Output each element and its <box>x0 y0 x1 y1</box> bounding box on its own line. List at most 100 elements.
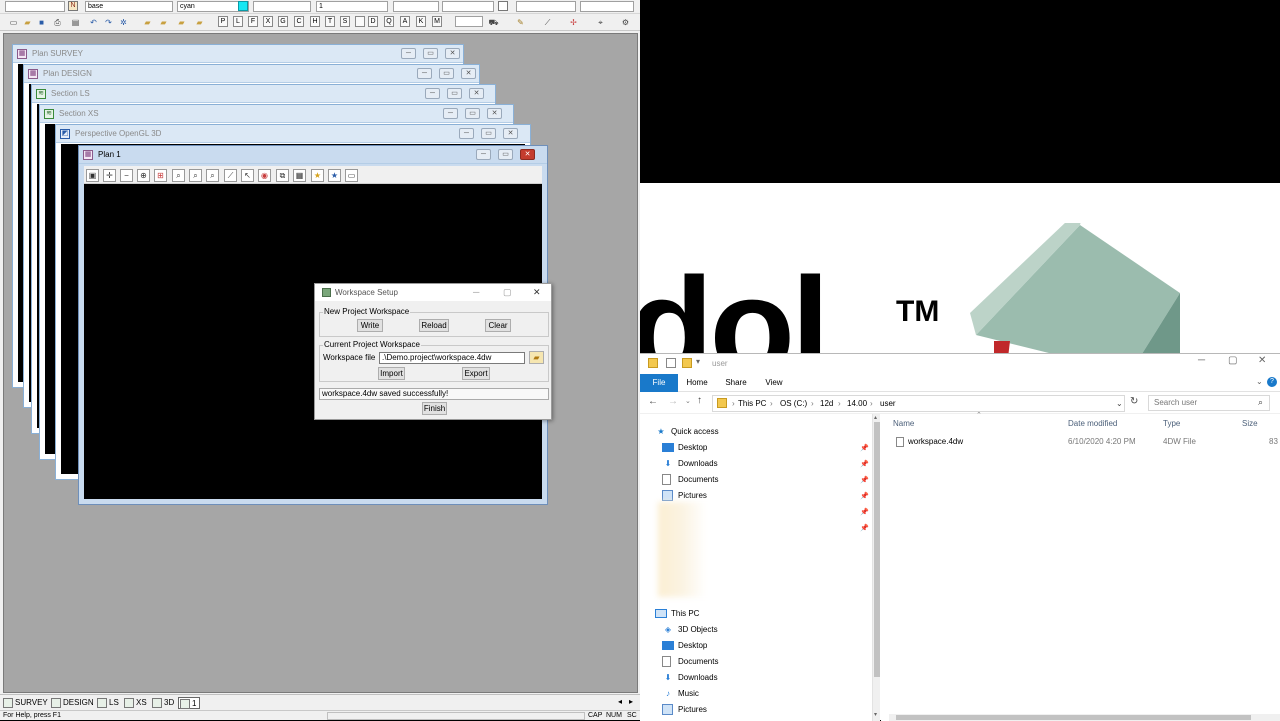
bookmark-icon[interactable]: ★ <box>328 169 341 182</box>
breadcrumb-12d[interactable]: 12d <box>820 399 833 408</box>
tab-view[interactable]: View <box>760 374 788 392</box>
window-title-bar[interactable]: ≋ Section LS ─ ▭ ✕ <box>32 85 495 103</box>
breadcrumb-this-pc[interactable]: This PC <box>738 399 766 408</box>
minimize-button[interactable]: ─ <box>476 149 491 160</box>
letter-button-f[interactable]: F <box>248 16 258 27</box>
letter-button-s[interactable]: S <box>340 16 350 27</box>
scroll-down-icon[interactable]: ▾ <box>874 711 877 718</box>
import-button[interactable]: Import <box>378 367 405 380</box>
workspace-file-input[interactable]: .\Demo.project\workspace.4dw <box>379 352 525 364</box>
file-row[interactable]: workspace.4dw 6/10/2020 4:20 PM 4DW File… <box>881 436 1280 450</box>
nav-pc-downloads[interactable]: ⬇ Downloads <box>662 670 718 685</box>
browse-folder-icon[interactable]: ▰ <box>529 351 544 364</box>
tab-share[interactable]: Share <box>722 374 750 392</box>
letter-button-p[interactable]: P <box>218 16 228 27</box>
letter-button-g[interactable]: G <box>278 16 288 27</box>
help-icon[interactable]: ? <box>1267 377 1277 387</box>
save-icon[interactable]: ■ <box>36 17 47 28</box>
car-icon[interactable]: ⛟ <box>488 17 499 28</box>
close-button[interactable]: ✕ <box>445 48 460 59</box>
nav-pc-documents[interactable]: Documents <box>662 654 718 669</box>
pin-icon[interactable]: 📌 <box>860 460 869 468</box>
folder-icon[interactable]: ▰ <box>142 17 153 28</box>
zoom-box-icon[interactable]: ⊞ <box>154 169 167 182</box>
maximize-button[interactable]: ▭ <box>447 88 462 99</box>
close-button[interactable]: ✕ <box>487 108 502 119</box>
symbol-combo[interactable] <box>516 1 576 12</box>
toggle-panel-icon[interactable]: ▭ <box>345 169 358 182</box>
scroll-right-icon[interactable]: ▸ <box>629 697 633 706</box>
close-button[interactable]: ✕ <box>520 149 535 160</box>
forward-arrow-icon[interactable]: → <box>668 396 678 407</box>
clear-button[interactable]: Clear <box>485 319 511 332</box>
maximize-button[interactable]: ▭ <box>465 108 480 119</box>
close-button[interactable]: ✕ <box>503 128 518 139</box>
nav-pc-3d-objects[interactable]: ◈ 3D Objects <box>662 622 718 637</box>
measure-icon[interactable]: ⟋ <box>542 17 553 28</box>
folder-tin-icon[interactable]: ▰ <box>176 17 187 28</box>
finish-button[interactable]: Finish <box>422 402 447 415</box>
close-button[interactable]: ✕ <box>533 287 541 298</box>
text-style-combo[interactable] <box>442 1 494 12</box>
new-folder-icon[interactable] <box>682 358 692 368</box>
window-title-bar[interactable]: ▦ Plan SURVEY ─ ▭ ✕ <box>13 45 463 63</box>
column-header-date-modified[interactable]: Date modified <box>1068 419 1117 428</box>
window-title-bar[interactable]: ▦ Plan 1 ─ ▭ ✕ <box>79 146 547 164</box>
nav-pc-pictures[interactable]: Pictures <box>662 702 707 717</box>
folder-model-icon[interactable]: ▰ <box>158 17 169 28</box>
minimize-button[interactable]: ─ <box>473 287 479 297</box>
letter-button-h[interactable]: H <box>310 16 320 27</box>
name-combo[interactable] <box>5 1 65 12</box>
task-tab-1[interactable]: 1 <box>178 697 200 709</box>
nav-quick-downloads[interactable]: ⬇ Downloads <box>662 456 718 471</box>
maximize-button[interactable]: ▭ <box>481 128 496 139</box>
nav-pc-desktop[interactable]: Desktop <box>662 638 707 653</box>
pin-icon[interactable]: 📌 <box>860 476 869 484</box>
window-title-bar[interactable]: ◩ Perspective OpenGL 3D ─ ▭ ✕ <box>56 125 530 143</box>
properties-icon[interactable] <box>666 358 676 368</box>
minimize-button[interactable]: ─ <box>425 88 440 99</box>
print-icon[interactable]: ▤ <box>70 17 81 28</box>
breadcrumb-14-00[interactable]: 14.00 <box>847 399 867 408</box>
scroll-up-icon[interactable]: ▴ <box>874 414 877 421</box>
pin-icon[interactable]: 📌 <box>860 524 869 532</box>
task-tab-xs[interactable]: XS <box>123 697 147 709</box>
pin-icon[interactable]: 📌 <box>860 508 869 516</box>
clean-icon[interactable]: ◉ <box>258 169 271 182</box>
open-folder-icon[interactable]: ▰ <box>22 17 33 28</box>
pan-icon[interactable]: ✛ <box>103 169 116 182</box>
redo-icon[interactable]: ↷ <box>103 17 114 28</box>
scroll-left-icon[interactable]: ◂ <box>618 697 622 706</box>
nav-quick-pictures[interactable]: Pictures <box>662 488 707 503</box>
zoom-out-icon[interactable]: − <box>120 169 133 182</box>
tab-home[interactable]: Home <box>683 374 711 392</box>
write-button[interactable]: Write <box>357 319 383 332</box>
view-settings-icon[interactable]: ▦ <box>293 169 306 182</box>
pin-icon[interactable]: 📌 <box>860 492 869 500</box>
refresh-icon[interactable]: ↻ <box>1130 396 1138 407</box>
task-tab-design[interactable]: DESIGN <box>50 697 94 709</box>
letter-button-l[interactable]: L <box>233 16 243 27</box>
recent-locations-icon[interactable]: ⌄ <box>685 397 691 405</box>
copy-view-icon[interactable]: ⧉ <box>276 169 289 182</box>
letter-button-d[interactable]: D <box>368 16 378 27</box>
folder-view-icon[interactable]: ▰ <box>194 17 205 28</box>
search-input[interactable]: Search user <box>1148 395 1270 411</box>
explorer-title-bar[interactable]: ▾ user ─ ▢ ✕ <box>640 354 1280 374</box>
minimize-button[interactable]: ─ <box>443 108 458 119</box>
measure-tool-icon[interactable]: ⟋ <box>224 169 237 182</box>
letter-button-a[interactable]: A <box>400 16 410 27</box>
zoom-magnify-icon[interactable]: ⌕ <box>172 169 185 182</box>
model-combo[interactable]: base <box>85 1 173 12</box>
fit-view-icon[interactable]: ▣ <box>86 169 99 182</box>
pick-tool-icon[interactable]: ↖ <box>241 169 254 182</box>
nav-quick-desktop[interactable]: Desktop <box>662 440 707 455</box>
pin-icon[interactable]: 📌 <box>860 444 869 452</box>
minimize-button[interactable]: ─ <box>1198 355 1205 366</box>
back-arrow-icon[interactable]: ← <box>648 396 658 407</box>
maximize-button[interactable]: ▢ <box>503 287 512 298</box>
zoom-extent-icon[interactable]: ⌕ <box>206 169 219 182</box>
reload-button[interactable]: Reload <box>419 319 449 332</box>
scrollbar-thumb[interactable] <box>896 715 1251 720</box>
plot-icon[interactable]: ⎙ <box>52 17 63 28</box>
